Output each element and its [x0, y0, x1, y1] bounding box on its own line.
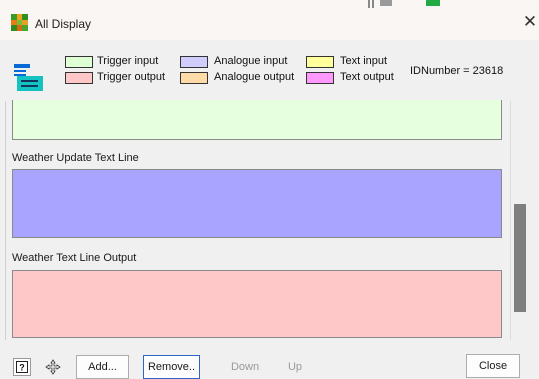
- close-button[interactable]: Close: [466, 354, 520, 378]
- legend-label-trigger-output: Trigger output: [97, 71, 166, 83]
- legend-swatch-analogue-output: [180, 72, 208, 84]
- legend-swatch-trigger-input: [65, 56, 93, 68]
- legend-swatch-text-input: [306, 56, 334, 68]
- window-title: All Display: [35, 17, 92, 31]
- list-item-trigger-output[interactable]: [12, 270, 502, 338]
- list-item-analogue-input[interactable]: [12, 169, 502, 238]
- move-button[interactable]: [44, 358, 62, 376]
- legend-swatch-text-output: [306, 72, 334, 84]
- scrollbar-thumb[interactable]: [514, 204, 526, 312]
- svg-text:?: ?: [19, 363, 25, 373]
- up-button[interactable]: Up: [275, 355, 315, 379]
- legend-label-text-input: Text input: [340, 55, 388, 67]
- io-list-icon: [14, 64, 43, 91]
- move-icon: [45, 359, 61, 375]
- legend-label-analogue-input: Analogue input: [214, 55, 288, 67]
- app-logo-icon: [11, 14, 28, 31]
- add-button[interactable]: Add...: [76, 355, 129, 379]
- help-button[interactable]: ?: [13, 358, 31, 376]
- help-icon: ?: [16, 361, 28, 373]
- title-bar: All Display ✕: [0, 0, 539, 40]
- legend-label-trigger-input: Trigger input: [97, 55, 159, 67]
- close-icon[interactable]: ✕: [522, 12, 538, 32]
- down-button[interactable]: Down: [224, 355, 266, 379]
- id-number-label: IDNumber = 23618: [410, 65, 504, 77]
- legend-label-analogue-output: Analogue output: [214, 71, 295, 83]
- list-item-label: Weather Text Line Output: [12, 252, 137, 264]
- list-item-trigger-input[interactable]: [12, 100, 502, 140]
- list-item-label: Weather Update Text Line: [12, 152, 139, 164]
- legend-swatch-analogue-input: [180, 56, 208, 68]
- legend-swatch-trigger-output: [65, 72, 93, 84]
- legend-label-text-output: Text output: [340, 71, 394, 83]
- background-window-fragment: [368, 0, 440, 8]
- remove-button[interactable]: Remove..: [143, 355, 200, 379]
